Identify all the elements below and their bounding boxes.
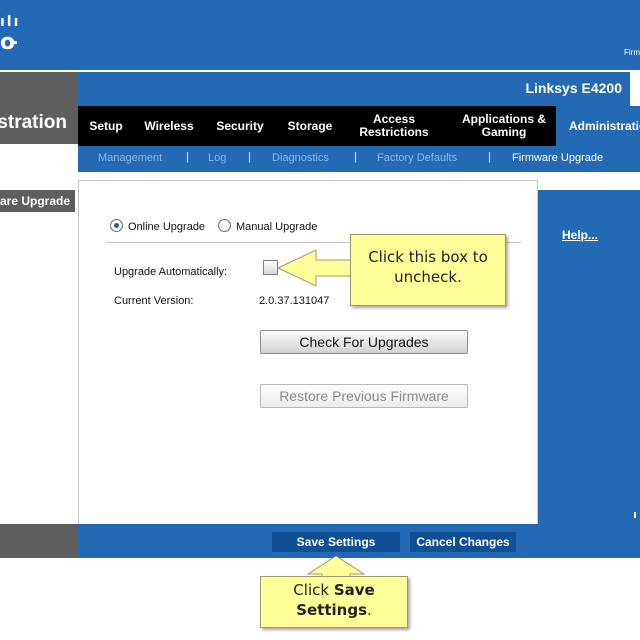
callout-arrows [276,249,366,579]
callout-top-line2: uncheck. [394,268,462,286]
callout-bottom-prefix: Click [293,581,334,599]
callout-arrow-up [306,555,366,579]
callout-bottom-bold1: Save [333,581,375,599]
callout-bottom-bold2: Settings [296,601,368,619]
uncheck-instruction-callout: Click this box to uncheck. [350,234,506,306]
callout-arrow-left [276,249,353,287]
callout-bottom-suffix: . [367,601,372,619]
callout-top-line1: Click this box to [368,248,488,266]
save-instruction-callout: Click Save Settings. [260,576,408,628]
